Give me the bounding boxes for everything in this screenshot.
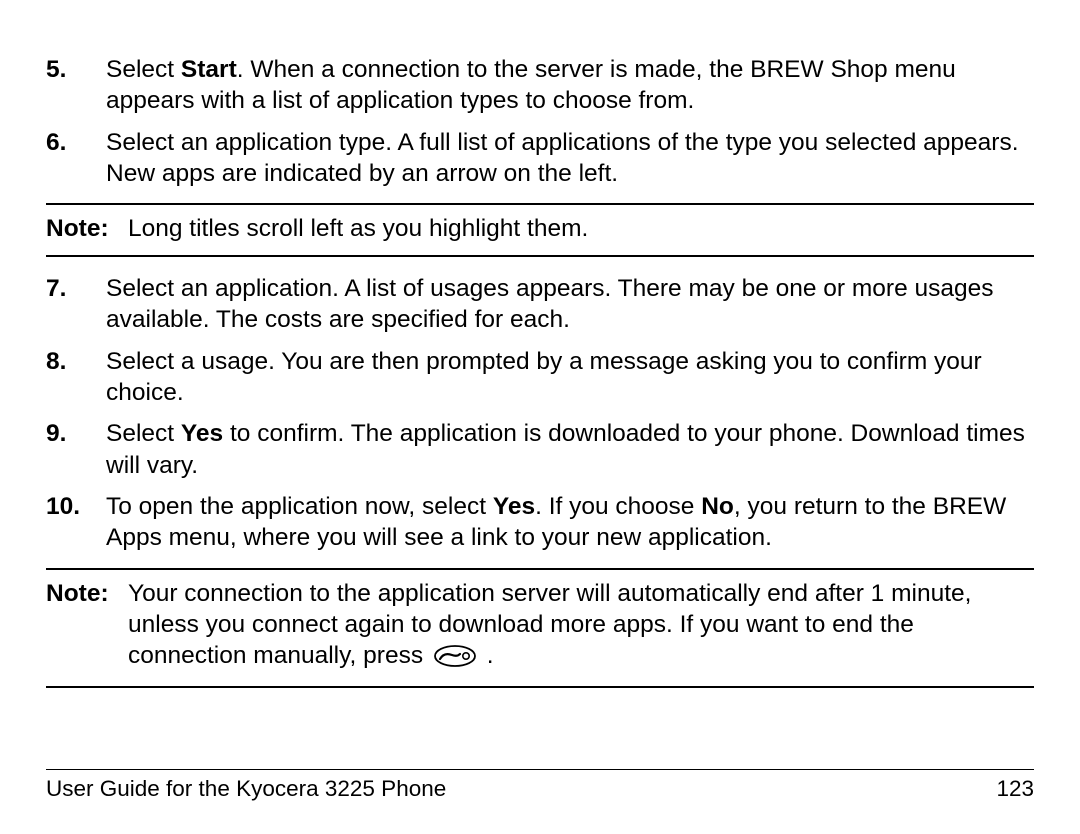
footer-title: User Guide for the Kyocera 3225 Phone — [46, 776, 446, 802]
text: Select — [106, 420, 181, 447]
step-list-1: 5. Select Start. When a connection to th… — [46, 54, 1034, 189]
text: . If you choose — [535, 493, 701, 520]
note-body: Long titles scroll left as you highlight… — [128, 213, 1034, 244]
step-number: 7. — [46, 273, 106, 336]
step-9: 9. Select Yes to confirm. The applicatio… — [46, 418, 1034, 481]
text: To open the application now, select — [106, 493, 493, 520]
end-key-icon — [434, 644, 476, 675]
note-1: Note: Long titles scroll left as you hig… — [46, 203, 1034, 256]
text: Select — [106, 56, 181, 83]
step-number: 5. — [46, 54, 106, 117]
step-number: 10. — [46, 491, 106, 554]
step-number: 6. — [46, 127, 106, 190]
text: . — [487, 642, 494, 669]
step-6: 6. Select an application type. A full li… — [46, 127, 1034, 190]
note-2: Note: Your connection to the application… — [46, 568, 1034, 688]
note-body: Your connection to the application serve… — [128, 578, 1034, 676]
bold-no: No — [701, 493, 734, 520]
step-5: 5. Select Start. When a connection to th… — [46, 54, 1034, 117]
bold-yes: Yes — [493, 493, 535, 520]
page-number: 123 — [996, 776, 1034, 802]
step-10: 10. To open the application now, select … — [46, 491, 1034, 554]
step-number: 8. — [46, 346, 106, 409]
text: Your connection to the application serve… — [128, 580, 971, 670]
text: to confirm. The application is downloade… — [106, 420, 1025, 478]
step-8: 8. Select a usage. You are then prompted… — [46, 346, 1034, 409]
step-body: Select a usage. You are then prompted by… — [106, 346, 1034, 409]
step-list-2: 7. Select an application. A list of usag… — [46, 273, 1034, 554]
step-7: 7. Select an application. A list of usag… — [46, 273, 1034, 336]
bold-yes: Yes — [181, 420, 223, 447]
page: 5. Select Start. When a connection to th… — [0, 0, 1080, 834]
note-label: Note: — [46, 213, 128, 244]
note-label: Note: — [46, 578, 128, 676]
step-number: 9. — [46, 418, 106, 481]
step-body: To open the application now, select Yes.… — [106, 491, 1034, 554]
bold-start: Start — [181, 56, 237, 83]
step-body: Select Start. When a connection to the s… — [106, 54, 1034, 117]
step-body: Select Yes to confirm. The application i… — [106, 418, 1034, 481]
step-body: Select an application. A list of usages … — [106, 273, 1034, 336]
page-footer: User Guide for the Kyocera 3225 Phone 12… — [46, 769, 1034, 802]
step-body: Select an application type. A full list … — [106, 127, 1034, 190]
